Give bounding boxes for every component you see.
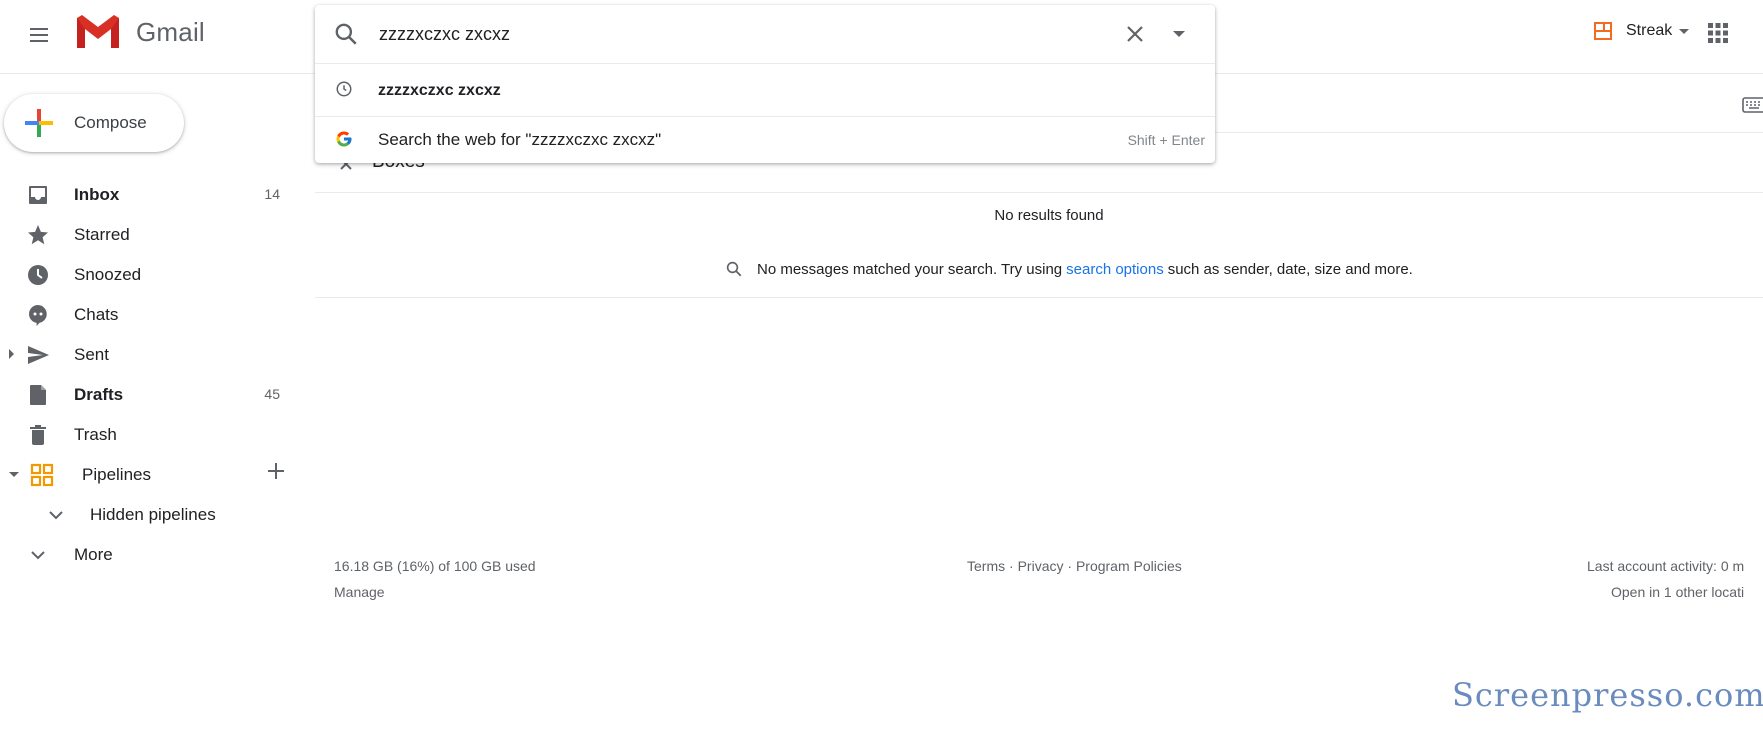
open-locations-text: Open in 1 other locati xyxy=(1611,584,1745,600)
last-activity-text: Last account activity: 0 m xyxy=(1587,558,1745,574)
streak-label: Streak xyxy=(1626,22,1673,39)
search-icon[interactable] xyxy=(333,21,359,47)
star-icon xyxy=(28,225,48,245)
gmail-m-icon xyxy=(77,15,119,48)
sidebar-item-label: Chats xyxy=(74,305,119,324)
sidebar-item-chats[interactable]: Chats xyxy=(0,296,290,332)
sidebar-item-label: Drafts xyxy=(74,385,124,404)
draft-count: 45 xyxy=(264,386,280,402)
inbox-icon xyxy=(29,186,47,204)
search-panel: zzzzxczxc zxcxz Search the web for "zzzz… xyxy=(315,5,1215,163)
trash-icon xyxy=(30,425,46,445)
google-apps-button[interactable] xyxy=(1706,21,1730,45)
search-bar xyxy=(315,5,1215,64)
dropdown-arrow-icon xyxy=(1173,31,1185,37)
link-separator: · xyxy=(1063,558,1076,574)
recent-search-suggestion[interactable]: zzzzxczxc zxcxz xyxy=(315,64,1215,117)
no-messages-prefix: No messages matched your search. Try usi… xyxy=(757,260,1063,278)
terms-link[interactable]: Terms xyxy=(967,558,1005,574)
google-g-icon xyxy=(336,131,352,147)
link-separator: · xyxy=(1005,558,1018,574)
privacy-link[interactable]: Privacy xyxy=(1018,558,1064,574)
keyboard-shortcut-hint: Shift + Enter xyxy=(1127,132,1205,148)
streak-menu[interactable]: Streak xyxy=(1594,22,1690,40)
chevron-down-icon xyxy=(31,551,45,560)
sidebar-item-label: Trash xyxy=(74,425,117,444)
app-name: Gmail xyxy=(136,16,205,47)
history-clock-icon xyxy=(336,81,352,97)
no-messages-suffix: such as sender, date, size and more. xyxy=(1167,260,1413,278)
hamburger-icon xyxy=(30,28,48,42)
sidebar-item-inbox[interactable]: Inbox 14 xyxy=(0,176,290,212)
search-options-button[interactable] xyxy=(1171,26,1187,42)
footer-links: Terms · Privacy · Program Policies xyxy=(967,558,1182,574)
expand-arrow-icon[interactable] xyxy=(9,349,14,359)
plus-icon xyxy=(25,109,53,137)
sidebar-item-trash[interactable]: Trash xyxy=(0,416,290,452)
compose-label: Compose xyxy=(74,113,147,132)
sidebar-item-drafts[interactable]: Drafts 45 xyxy=(0,376,290,412)
unread-count: 14 xyxy=(264,186,280,202)
sidebar-item-label: Pipelines xyxy=(82,465,151,484)
apps-grid-icon xyxy=(1708,23,1728,43)
storage-info: 16.18 GB (16%) of 100 GB used Manage xyxy=(334,558,536,600)
streak-icon xyxy=(1594,22,1612,40)
sidebar-item-label: Starred xyxy=(74,225,130,244)
add-pipeline-plus-icon[interactable] xyxy=(265,460,287,482)
search-options-link[interactable]: search options xyxy=(1066,261,1164,278)
no-messages-message: No messages matched your search. Try usi… xyxy=(725,260,1413,278)
web-search-text: Search the web for "zzzzxczxc zxcxz" xyxy=(378,130,662,149)
no-results-text: No results found xyxy=(994,207,1104,224)
watermark: Screenpresso.com xyxy=(1452,676,1763,714)
sidebar-item-label: Sent xyxy=(74,345,109,364)
sidebar-item-sent[interactable]: Sent xyxy=(0,336,290,372)
sidebar-item-starred[interactable]: Starred xyxy=(0,216,290,252)
chat-icon xyxy=(29,305,47,326)
no-messages-row: No messages matched your search. Try usi… xyxy=(315,249,1763,298)
sidebar-item-label: More xyxy=(74,545,113,564)
clear-search-icon[interactable] xyxy=(1123,22,1147,46)
sidebar-item-hidden-pipelines[interactable]: Hidden pipelines xyxy=(0,496,290,532)
pipelines-icon xyxy=(30,463,54,487)
sidebar-item-pipelines[interactable]: Pipelines xyxy=(0,456,290,492)
keyboard-icon[interactable] xyxy=(1742,97,1763,113)
search-icon xyxy=(726,261,742,277)
clock-icon xyxy=(28,265,48,285)
send-icon xyxy=(28,346,49,364)
storage-usage: 16.18 GB (16%) of 100 GB used xyxy=(334,558,536,574)
draft-icon xyxy=(30,385,46,405)
compose-button[interactable]: Compose xyxy=(4,94,184,152)
program-policies-link[interactable]: Program Policies xyxy=(1076,558,1182,574)
sidebar-item-more[interactable]: More xyxy=(0,536,290,572)
web-search-suggestion[interactable]: Search the web for "zzzzxczxc zxcxz" Shi… xyxy=(315,116,1215,163)
gmail-logo[interactable]: Gmail xyxy=(74,14,205,50)
sidebar-item-snoozed[interactable]: Snoozed xyxy=(0,256,290,292)
sidebar-item-label: Hidden pipelines xyxy=(90,505,216,524)
manage-storage-link[interactable]: Manage xyxy=(334,584,536,600)
recent-search-text: zzzzxczxc zxcxz xyxy=(378,82,501,99)
collapse-arrow-icon[interactable] xyxy=(9,472,19,477)
sidebar-item-label: Inbox xyxy=(74,185,120,204)
main-menu-button[interactable] xyxy=(24,20,54,50)
sidebar-item-label: Snoozed xyxy=(74,265,142,284)
account-activity: Last account activity: 0 m Open in 1 oth… xyxy=(1587,558,1744,600)
chevron-down-icon xyxy=(49,511,63,520)
search-input[interactable] xyxy=(379,19,979,49)
chevron-down-icon xyxy=(1679,28,1690,34)
